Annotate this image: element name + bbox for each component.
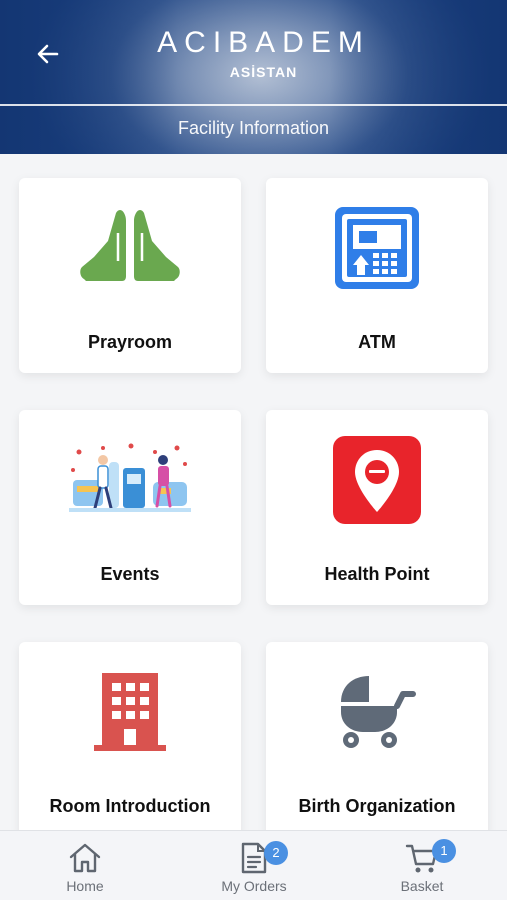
- card-atm[interactable]: ATM: [266, 178, 488, 373]
- card-room-introduction[interactable]: Room Introduction: [19, 642, 241, 837]
- page-title: Facility Information: [177, 118, 330, 138]
- header-divider: [0, 104, 507, 106]
- card-label: Room Introduction: [49, 796, 211, 816]
- card-birth-organization[interactable]: Birth Organization: [266, 642, 488, 837]
- baby-stroller-icon: [266, 660, 488, 764]
- building-icon: [19, 660, 241, 764]
- bottom-nav: Home 2 My Orders 1 Basket: [0, 830, 507, 900]
- nav-home[interactable]: Home: [25, 831, 145, 900]
- card-health-point[interactable]: Health Point: [266, 410, 488, 605]
- card-prayroom[interactable]: Prayroom: [19, 178, 241, 373]
- app-header: ACIBADEM ASİSTAN Facility Information: [0, 0, 507, 154]
- map-pin-icon: [266, 428, 488, 532]
- nav-orders-label: My Orders: [221, 878, 287, 894]
- nav-my-orders[interactable]: 2 My Orders: [194, 831, 314, 900]
- brand-subtitle: ASİSTAN: [229, 64, 298, 80]
- home-icon: [67, 841, 103, 875]
- brand-logo: ACIBADEM ASİSTAN: [0, 26, 507, 82]
- atm-icon: [266, 196, 488, 300]
- basket-badge: 1: [432, 839, 456, 863]
- card-label: Prayroom: [87, 332, 173, 352]
- orders-badge: 2: [264, 841, 288, 865]
- brand-name: ACIBADEM: [157, 26, 370, 59]
- card-events[interactable]: Events: [19, 410, 241, 605]
- card-label: ATM: [358, 332, 396, 352]
- praying-hands-icon: [19, 196, 241, 300]
- events-illustration-icon: [19, 428, 241, 532]
- card-label: Health Point: [324, 564, 430, 584]
- nav-basket[interactable]: 1 Basket: [362, 831, 482, 900]
- nav-basket-label: Basket: [400, 878, 444, 894]
- card-label: Events: [100, 564, 160, 584]
- card-label: Birth Organization: [298, 796, 456, 816]
- nav-home-label: Home: [66, 878, 104, 894]
